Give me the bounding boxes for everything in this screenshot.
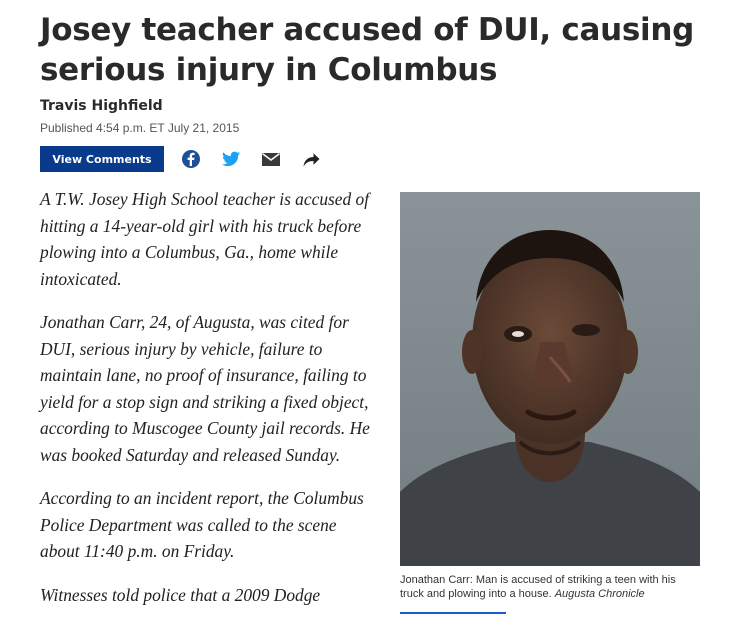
article-body: A T.W. Josey High School teacher is accu… bbox=[40, 186, 375, 625]
facebook-icon[interactable] bbox=[181, 149, 201, 169]
article-paragraph: Witnesses told police that a 2009 Dodge bbox=[40, 584, 321, 605]
article-paragraph: Jonathan Carr, 24, of Augusta, was cited… bbox=[40, 312, 370, 465]
view-comments-button[interactable]: View Comments bbox=[40, 146, 164, 172]
share-arrow-icon[interactable] bbox=[301, 149, 321, 169]
article-headline: Josey teacher accused of DUI, causing se… bbox=[40, 12, 695, 88]
mugshot-photo[interactable] bbox=[400, 192, 700, 566]
publish-date: Published 4:54 p.m. ET July 21, 2015 bbox=[40, 121, 240, 135]
photo-caption: Jonathan Carr: Man is accused of strikin… bbox=[400, 573, 700, 601]
caption-divider bbox=[400, 612, 506, 614]
article-paragraph: According to an incident report, the Col… bbox=[40, 488, 364, 561]
article-paragraph: A T.W. Josey High School teacher is accu… bbox=[40, 189, 370, 289]
email-icon[interactable] bbox=[261, 149, 281, 169]
twitter-icon[interactable] bbox=[221, 149, 241, 169]
author-name[interactable]: Travis Highfield bbox=[40, 98, 163, 114]
photo-credit: Augusta Chronicle bbox=[554, 588, 645, 600]
